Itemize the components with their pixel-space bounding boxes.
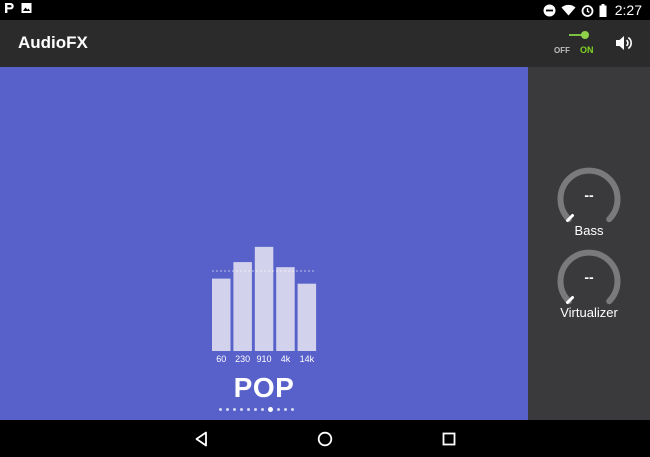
eq-band-bar[interactable] (233, 262, 252, 351)
page-dot (261, 408, 264, 411)
toggle-off-label: OFF (554, 46, 570, 55)
eq-band-bar[interactable] (297, 283, 317, 351)
page-dot-active (268, 407, 273, 412)
page-dot (219, 408, 222, 411)
page-dot (240, 408, 243, 411)
eq-band-label: 14k (300, 354, 315, 364)
status-clock: 2:27 (614, 2, 642, 18)
page-dot (247, 408, 250, 411)
status-bar: 2:27 (0, 0, 650, 20)
page-dot (277, 408, 280, 411)
bass-value: -- (584, 187, 594, 203)
bass-knob[interactable]: -- (557, 167, 621, 231)
alarm-icon (581, 4, 594, 17)
toggle-on-label: ON (580, 45, 594, 55)
equalizer-panel: 60 230 910 4k 14k POP (0, 67, 528, 420)
page-dot (284, 408, 287, 411)
do-not-disturb-icon (543, 4, 556, 16)
eq-band-label: 230 (235, 354, 250, 364)
eq-band-label: 60 (216, 354, 226, 364)
page-dot (226, 408, 229, 411)
app-title: AudioFX (18, 33, 88, 52)
page-dot (291, 408, 294, 411)
page-dot (254, 408, 257, 411)
toggle-knob (581, 31, 589, 39)
effects-side-panel: -- Bass -- Virtualizer (528, 67, 650, 420)
battery-icon (599, 3, 607, 17)
speaker-icon[interactable] (615, 34, 635, 52)
eq-band-label: 910 (257, 354, 272, 364)
virtualizer-label: Virtualizer (560, 305, 618, 320)
preset-name[interactable]: POP (0, 372, 528, 404)
eq-band-bar[interactable] (254, 246, 274, 351)
app-toolbar: AudioFX OFF ON (0, 20, 650, 67)
virtualizer-value: -- (584, 269, 594, 285)
equalizer-graph: 60 230 910 4k 14k (212, 246, 317, 364)
eq-band-bar[interactable] (212, 278, 231, 351)
bass-label: Bass (574, 223, 604, 238)
recents-icon[interactable] (440, 430, 458, 448)
navigation-bar (0, 420, 650, 457)
home-icon[interactable] (316, 430, 334, 448)
wifi-icon (561, 4, 576, 16)
p-notification-icon (5, 3, 14, 13)
back-icon[interactable] (193, 430, 211, 448)
eq-band-label: 4k (281, 354, 291, 364)
preset-page-indicator (219, 407, 294, 412)
effects-power-toggle[interactable]: OFF ON (552, 27, 600, 61)
image-notification-icon (21, 3, 32, 13)
page-dot (233, 408, 236, 411)
virtualizer-knob[interactable]: -- (557, 249, 621, 313)
eq-band-bar[interactable] (276, 267, 295, 351)
